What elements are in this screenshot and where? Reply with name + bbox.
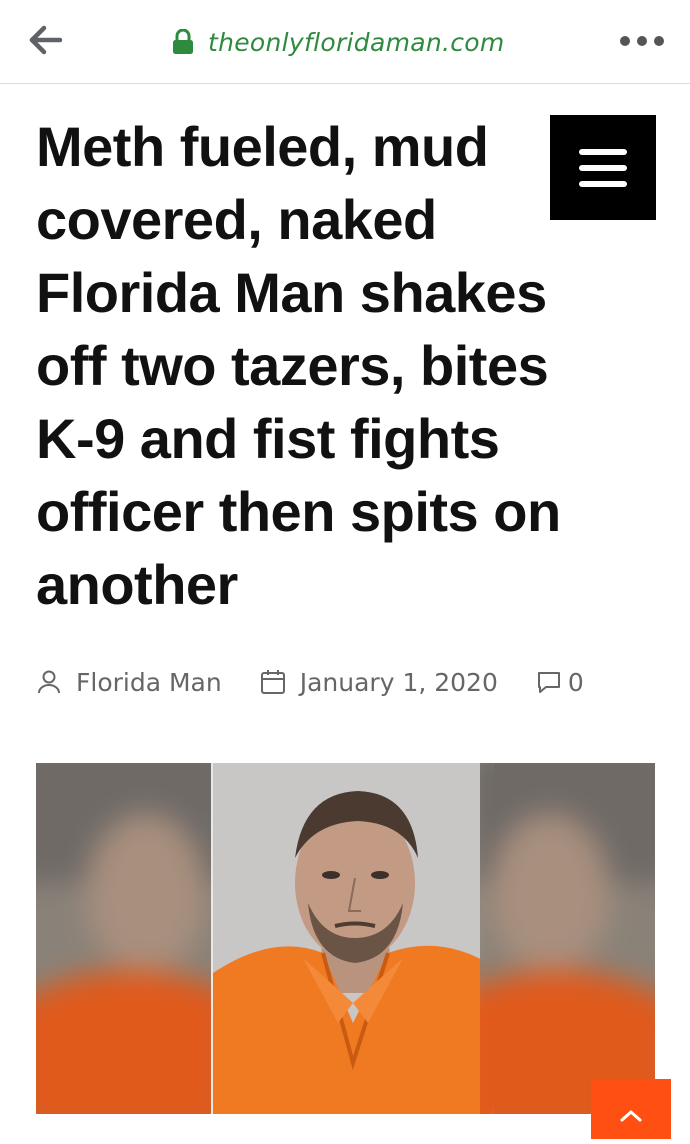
scroll-to-top-button[interactable]: [591, 1079, 671, 1139]
back-button[interactable]: [20, 18, 70, 62]
article-headline: Meth fueled, mud covered, naked Florida …: [36, 115, 561, 616]
comment-count: 0: [567, 667, 584, 697]
arrow-left-icon: [29, 25, 63, 55]
hamburger-line: [579, 180, 627, 187]
comment-icon: [537, 672, 560, 693]
calendar-icon: [260, 670, 285, 694]
hamburger-line: [579, 164, 627, 171]
publish-date: January 1, 2020: [299, 667, 498, 697]
blurred-side-image: [36, 763, 211, 1114]
menu-button[interactable]: [550, 115, 656, 220]
address-bar[interactable]: theonlyfloridaman.com: [172, 22, 505, 62]
featured-mugshot-image: [36, 763, 655, 1114]
more-horizontal-icon: [620, 36, 630, 46]
author-link[interactable]: Florida Man: [36, 668, 222, 697]
comments-link[interactable]: 0: [536, 668, 584, 697]
lock-icon: [173, 29, 193, 54]
date-link[interactable]: January 1, 2020: [260, 668, 498, 697]
blurred-side-image: [480, 763, 655, 1114]
more-dot: [654, 36, 664, 46]
mugshot-photo: [211, 763, 494, 1114]
more-dot: [637, 36, 647, 46]
article-meta: Florida Man January 1, 2020 0: [36, 662, 584, 702]
more-options-button[interactable]: [620, 26, 664, 56]
chevron-up-icon: [620, 1110, 642, 1122]
url-text: theonlyfloridaman.com: [208, 27, 505, 57]
author-name: Florida Man: [76, 667, 222, 697]
browser-top-bar: theonlyfloridaman.com: [0, 0, 690, 84]
user-icon: [38, 670, 60, 694]
hamburger-menu-icon: [579, 148, 627, 155]
